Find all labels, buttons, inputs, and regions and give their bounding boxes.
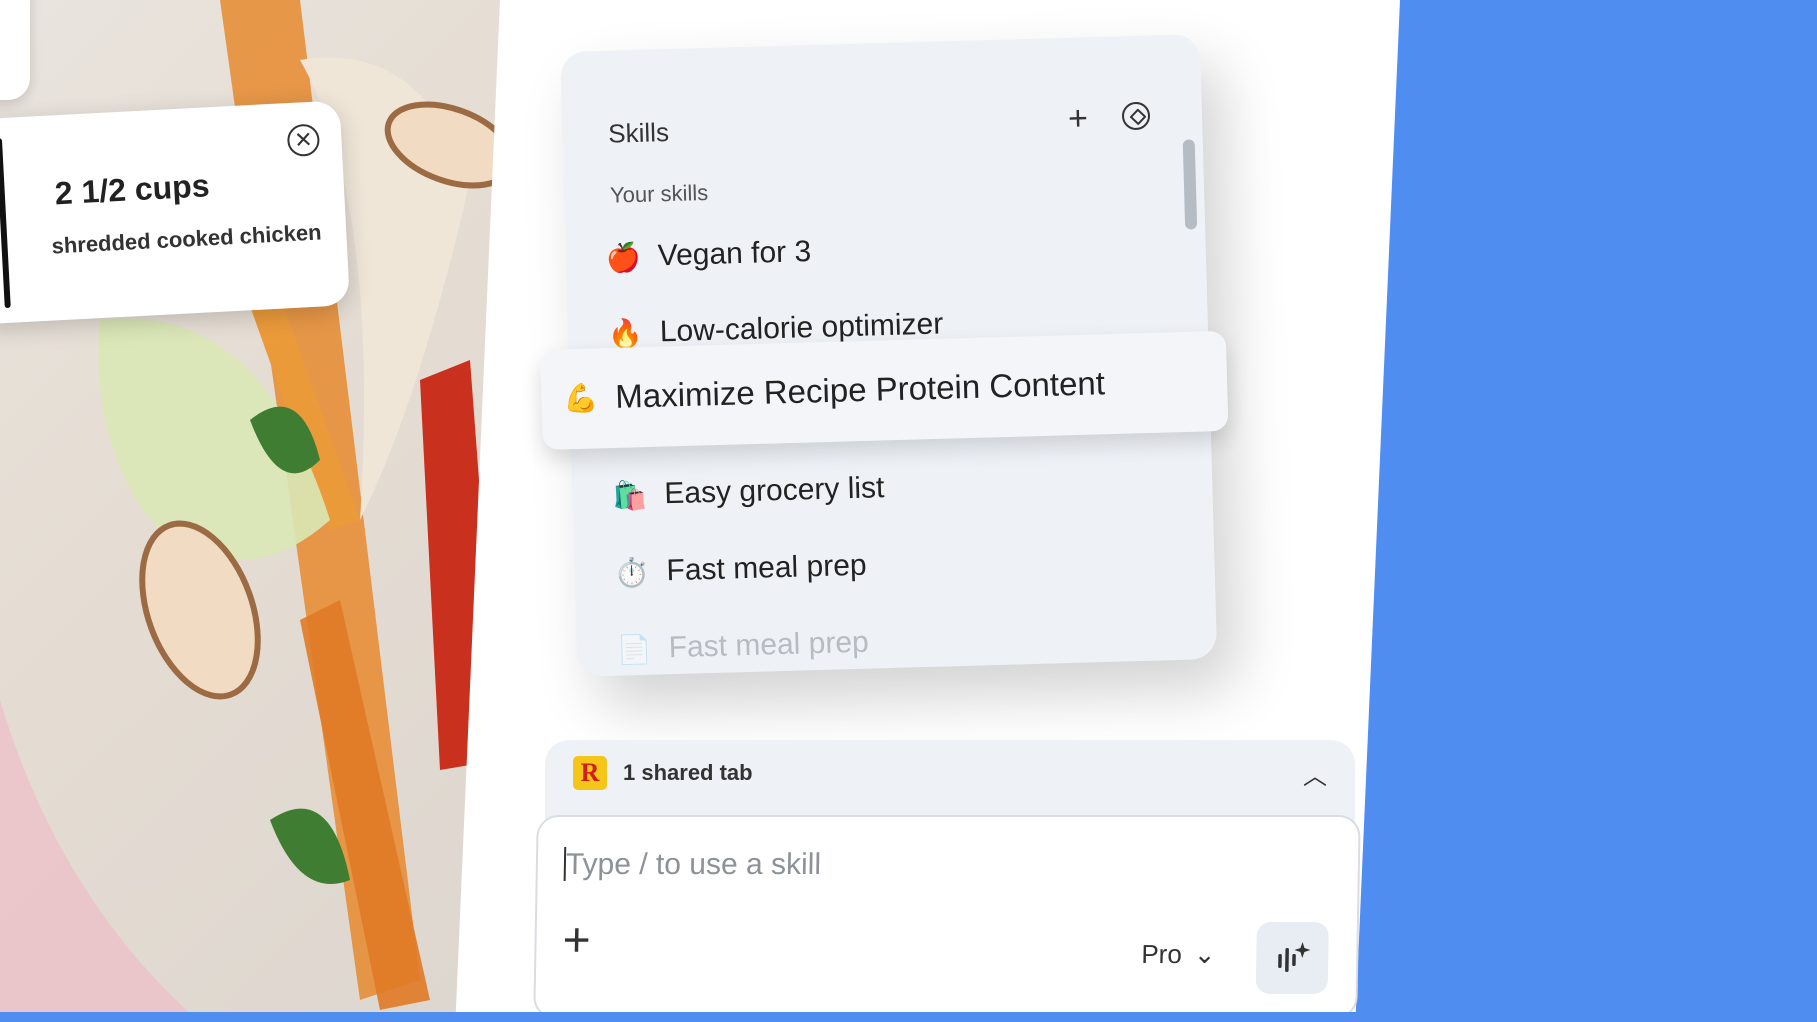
skill-item[interactable]: 🛍️ Easy grocery list: [612, 471, 885, 513]
skill-label: Easy grocery list: [663, 471, 885, 511]
skill-label: Fast meal prep: [666, 548, 868, 588]
shared-tabs-label: 1 shared tab: [623, 760, 753, 785]
skill-item-highlighted[interactable]: 💪 Maximize Recipe Protein Content: [540, 330, 1229, 450]
partial-card: [0, 0, 30, 100]
composer: + Pro ⌄: [533, 815, 1361, 1019]
skills-title: Skills: [607, 116, 670, 149]
ingredient-card: 2 1/2 cups shredded cooked chicken ✕: [0, 100, 351, 325]
skill-item[interactable]: 🍎 Vegan for 3: [605, 235, 811, 275]
skill-item[interactable]: ⏱️ Fast meal prep: [614, 549, 867, 590]
chevron-down-icon: ⌄: [1193, 939, 1216, 969]
skill-label: Fast meal prep: [668, 625, 870, 665]
fire-icon: 🔥: [607, 317, 644, 350]
apple-icon: 🍎: [605, 241, 642, 274]
voice-sparkle-button[interactable]: [1255, 922, 1329, 994]
model-selector[interactable]: Pro ⌄: [1141, 939, 1216, 970]
ingredient-amount: 2 1/2 cups: [53, 167, 211, 212]
plus-icon[interactable]: +: [1068, 99, 1089, 139]
scrollbar[interactable]: [1182, 139, 1198, 230]
compass-icon[interactable]: [1121, 101, 1151, 131]
skill-item[interactable]: 📄 Fast meal prep: [616, 626, 869, 667]
ingredient-description: shredded cooked chicken: [50, 219, 323, 259]
skill-item[interactable]: 💪 Maximize Recipe Protein Content: [563, 364, 1106, 417]
site-logo-icon: R: [573, 756, 607, 790]
your-skills-label: Your skills: [609, 179, 709, 208]
audio-sparkle-icon: [1278, 942, 1311, 972]
bottom-accent-strip: [0, 1012, 1817, 1022]
add-attachment-icon[interactable]: +: [562, 913, 591, 968]
card-accent-bar: [0, 138, 11, 309]
document-icon: 📄: [616, 633, 653, 666]
prompt-input[interactable]: [563, 847, 1169, 883]
flexed-biceps-icon: 💪: [562, 381, 599, 414]
model-label: Pro: [1141, 939, 1183, 969]
close-circle-icon[interactable]: ✕: [286, 123, 321, 158]
stopwatch-icon: ⏱️: [614, 556, 650, 589]
skill-label: Maximize Recipe Protein Content: [614, 364, 1106, 415]
chevron-up-icon[interactable]: ︿: [1303, 756, 1327, 791]
shopping-bags-icon: 🛍️: [611, 479, 648, 512]
skill-label: Vegan for 3: [657, 235, 812, 273]
